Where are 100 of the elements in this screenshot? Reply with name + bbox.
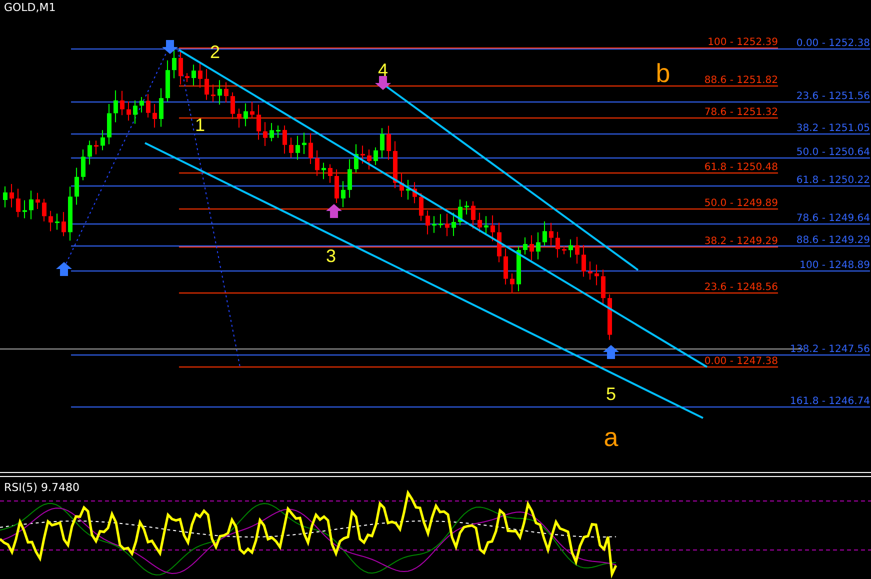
trend-line[interactable] [144, 142, 704, 419]
candlestick [556, 231, 560, 258]
candlestick [178, 52, 183, 86]
candlestick [166, 60, 170, 102]
candlestick [74, 167, 79, 206]
fibonacci-level-label: 38.2 - 1249.29 [704, 236, 778, 247]
candlestick [55, 213, 60, 230]
candlestick [296, 135, 300, 160]
candlestick [432, 216, 436, 234]
candlestick [380, 128, 384, 158]
candlestick [458, 199, 462, 226]
candlestick [341, 180, 346, 208]
fibonacci-level-label: 78.6 - 1249.64 [796, 213, 870, 224]
fibonacci-level-label: 88.6 - 1251.82 [704, 75, 778, 86]
candlestick [510, 273, 514, 294]
up-arrow-icon [56, 262, 72, 276]
candlestick [315, 150, 320, 176]
candlestick [224, 82, 228, 103]
candlestick [114, 90, 118, 123]
fibonacci-level-label: 100 - 1252.39 [708, 37, 778, 48]
candlestick [374, 146, 378, 166]
chart-symbol: GOLD,M1 [4, 1, 56, 14]
down-arrow-icon [162, 40, 178, 54]
candlestick [237, 108, 242, 128]
fibonacci-level-label: 50.0 - 1249.89 [704, 198, 778, 209]
candlestick [445, 213, 450, 237]
candlestick [140, 96, 144, 114]
candlestick [172, 49, 176, 79]
candlestick [133, 100, 138, 124]
candlestick [270, 122, 274, 142]
candlestick [211, 84, 216, 102]
candlestick [594, 264, 599, 286]
wave-label: b [656, 58, 670, 88]
up-arrow-icon [603, 345, 619, 359]
candlestick [348, 158, 352, 198]
candlestick [471, 200, 476, 230]
candlestick [218, 80, 222, 106]
candlestick [230, 92, 235, 120]
candlestick [438, 214, 443, 228]
candlestick [276, 124, 280, 138]
candlestick [289, 137, 294, 158]
candlestick [582, 244, 586, 278]
down-arrow-icon [375, 76, 391, 90]
candlestick [400, 172, 404, 198]
candlestick [29, 190, 34, 220]
fibonacci-level-label: 138.2 - 1247.56 [790, 344, 870, 355]
fibonacci-level-label: 100 - 1248.89 [800, 260, 870, 271]
candlestick [484, 216, 488, 235]
candlestick [601, 269, 606, 306]
candlestick [588, 261, 592, 280]
candlestick [10, 184, 14, 208]
candlestick [412, 182, 417, 204]
fibonacci-level-label: 78.6 - 1251.32 [704, 107, 778, 118]
candlestick [360, 145, 365, 164]
wave-label: 1 [195, 115, 205, 135]
candlestick [490, 214, 495, 242]
candlestick [42, 198, 46, 222]
candlestick [3, 186, 8, 208]
candlestick [530, 234, 534, 261]
fibonacci-level-label: 88.6 - 1249.29 [796, 235, 870, 246]
wave-label: 5 [606, 384, 616, 404]
candlestick [16, 188, 20, 218]
candlestick [452, 212, 456, 236]
candlestick [263, 122, 268, 147]
candlestick [406, 179, 410, 200]
fibonacci-level-label: 23.6 - 1251.56 [796, 91, 870, 102]
wave-label: 3 [326, 246, 336, 266]
candlestick [419, 192, 424, 222]
candlestick [536, 232, 540, 260]
candlestick [48, 210, 53, 232]
candlestick [192, 64, 196, 86]
fibonacci-level-label: 0.00 - 1252.38 [796, 38, 870, 49]
fibonacci-level-label: 0.00 - 1247.38 [704, 356, 778, 367]
candlestick [393, 140, 398, 189]
indicator-title: RSI(5) 9.7480 [4, 481, 80, 494]
up-arrow-icon [326, 204, 342, 218]
candlestick [198, 62, 202, 88]
wave-label: 4 [378, 60, 388, 80]
candlestick [126, 101, 131, 122]
candlestick [367, 149, 372, 170]
candlestick [575, 236, 580, 264]
candlestick [185, 72, 190, 82]
candlestick [354, 144, 358, 173]
candlestick [120, 90, 124, 116]
fibonacci-level-label: 23.6 - 1248.56 [704, 282, 778, 293]
candlestick [159, 88, 164, 128]
candlestick [322, 162, 326, 180]
candlestick [549, 222, 554, 246]
candlestick [88, 140, 92, 165]
candlestick [328, 164, 332, 184]
candlestick [68, 186, 72, 242]
candlestick [562, 246, 566, 255]
fibonacci-level-label: 38.2 - 1251.05 [796, 123, 870, 134]
candlestick [256, 104, 261, 140]
candlestick [497, 222, 502, 263]
fibonacci-level-label: 61.8 - 1250.22 [796, 175, 870, 186]
candlestick [36, 192, 40, 210]
candlestick [62, 212, 66, 237]
candlestick [282, 124, 287, 154]
candlestick [250, 101, 254, 120]
